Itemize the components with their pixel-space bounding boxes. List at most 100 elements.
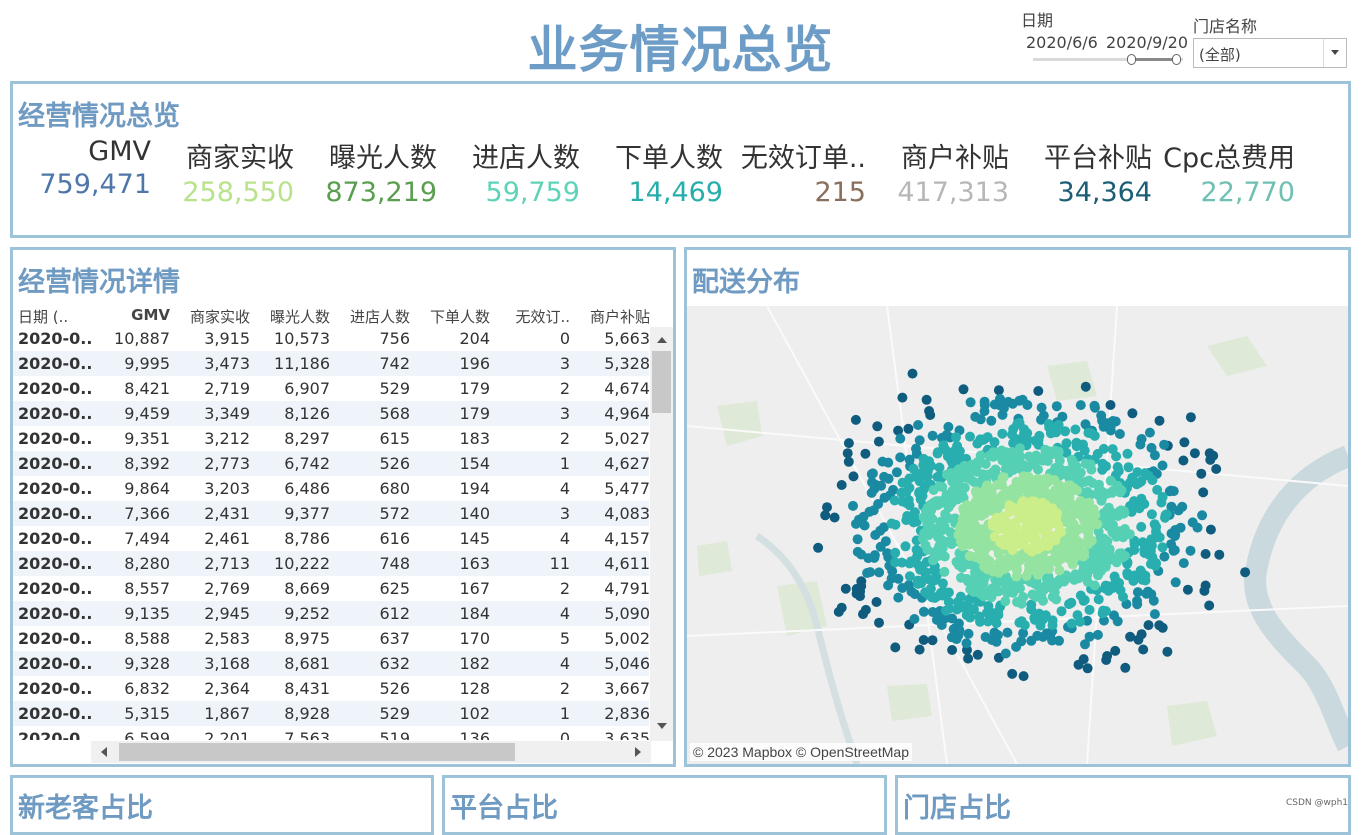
table-row[interactable]: 2020-0.. 9,328 3,168 8,681 632 182 4 5,046: [13, 651, 649, 676]
table-cell: 9,135: [124, 604, 170, 623]
delivery-point: [836, 602, 847, 613]
chevron-down-icon[interactable]: [1323, 39, 1346, 67]
scroll-right-icon[interactable]: [635, 747, 641, 757]
table-row[interactable]: 2020-0.. 7,494 2,461 8,786 616 145 4 4,157: [13, 526, 649, 551]
delivery-point: [958, 384, 969, 395]
table-row[interactable]: 2020-0.. 9,995 3,473 11,186 742 196 3 5,328: [13, 351, 649, 376]
delivery-point: [947, 645, 958, 655]
scroll-left-icon[interactable]: [101, 747, 107, 757]
table-cell: 2,461: [204, 529, 250, 548]
delivery-point: [1007, 668, 1018, 679]
table-row[interactable]: 2020-0.. 8,421 2,719 6,907 529 179 2 4,674: [13, 376, 649, 401]
delivery-point: [1105, 425, 1116, 436]
table-cell: 5,027: [604, 429, 649, 448]
kpi-label: 无效订单..: [740, 143, 866, 174]
column-header[interactable]: 日期 (..: [18, 306, 68, 327]
delivery-point: [1060, 426, 1071, 437]
slider-end-handle[interactable]: [1172, 54, 1181, 65]
column-header[interactable]: 无效订..: [492, 306, 570, 327]
delivery-point: [829, 512, 840, 523]
delivery-point: [843, 438, 854, 449]
date-cell: 2020-0..: [18, 354, 93, 373]
delivery-point: [963, 628, 974, 639]
table-cell: 8,280: [124, 554, 170, 573]
table-row[interactable]: 2020-0.. 6,599 2,201 7,563 519 136 0 3,635: [13, 726, 649, 740]
vertical-scrollbar[interactable]: [650, 327, 673, 741]
table-cell: 9,252: [284, 604, 330, 623]
table-cell: 4: [559, 529, 570, 548]
delivery-point: [1156, 497, 1167, 508]
delivery-point: [1127, 408, 1138, 419]
table-cell: 4,627: [604, 454, 649, 473]
column-header[interactable]: GMV: [92, 306, 170, 324]
table-cell: 128: [459, 679, 490, 698]
table-cell: 8,669: [284, 579, 330, 598]
scroll-down-icon[interactable]: [657, 723, 667, 729]
table-row[interactable]: 2020-0.. 9,864 3,203 6,486 680 194 4 5,477: [13, 476, 649, 501]
table-row[interactable]: 2020-0.. 8,392 2,773 6,742 526 154 1 4,627: [13, 451, 649, 476]
delivery-point: [836, 480, 847, 490]
table-cell: 163: [459, 554, 490, 573]
column-header[interactable]: 商户补贴: [572, 306, 650, 327]
delivery-point: [883, 473, 894, 484]
column-header[interactable]: 进店人数: [332, 306, 410, 327]
table-cell: 8,588: [124, 629, 170, 648]
table-row[interactable]: 2020-0.. 8,588 2,583 8,975 637 170 5 5,002: [13, 626, 649, 651]
table-cell: 3,168: [204, 654, 250, 673]
kpi-card: 无效订单.. 215: [726, 136, 866, 208]
horizontal-scroll-thumb[interactable]: [119, 743, 515, 761]
delivery-point: [1211, 464, 1222, 474]
table-cell: 154: [459, 454, 490, 473]
store-select[interactable]: (全部): [1193, 38, 1347, 68]
table-cell: 3,473: [204, 354, 250, 373]
table-cell: 5,477: [604, 479, 649, 498]
delivery-point: [874, 567, 885, 578]
delivery-point: [890, 519, 901, 530]
table-row[interactable]: 2020-0.. 10,887 3,915 10,573 756 204 0 5,663: [13, 326, 649, 351]
table-row[interactable]: 2020-0.. 9,135 2,945 9,252 612 184 4 5,090: [13, 601, 649, 626]
kpi-label: 商家实收: [186, 143, 294, 174]
kpi-value: 873,219: [325, 177, 437, 208]
column-header[interactable]: 曝光人数: [252, 306, 330, 327]
table-cell: 6,599: [124, 729, 170, 740]
table-cell: 183: [459, 429, 490, 448]
horizontal-scrollbar[interactable]: [91, 741, 651, 763]
store-share-title: 门店占比: [903, 793, 1011, 824]
delivery-point: [1185, 545, 1196, 556]
table-row[interactable]: 2020-0.. 7,366 2,431 9,377 572 140 3 4,083: [13, 501, 649, 526]
table-row[interactable]: 2020-0.. 9,459 3,349 8,126 568 179 3 4,964: [13, 401, 649, 426]
table-row[interactable]: 2020-0.. 8,557 2,769 8,669 625 167 2 4,791: [13, 576, 649, 601]
delivery-point: [1075, 590, 1086, 601]
table-cell: 2,773: [204, 454, 250, 473]
vertical-scroll-thumb[interactable]: [652, 351, 671, 413]
column-header[interactable]: 商家实收: [172, 306, 250, 327]
table-row[interactable]: 2020-0.. 9,351 3,212 8,297 615 183 2 5,027: [13, 426, 649, 451]
kpi-value: 215: [814, 177, 866, 208]
table-cell: 625: [379, 579, 410, 598]
delivery-point: [927, 635, 938, 646]
kpi-value: 759,471: [39, 169, 151, 200]
table-cell: 4,611: [604, 554, 649, 573]
table-body[interactable]: 2020-0.. 10,887 3,915 10,573 756 204 0 5,663 202…: [13, 326, 649, 740]
table-row[interactable]: 2020-0.. 5,315 1,867 8,928 529 102 1 2,836: [13, 701, 649, 726]
table-row[interactable]: 2020-0.. 8,280 2,713 10,222 748 163 11 4,611: [13, 551, 649, 576]
table-cell: 680: [379, 479, 410, 498]
kpi-label: 进店人数: [472, 143, 580, 174]
column-header[interactable]: 下单人数: [412, 306, 490, 327]
table-cell: 2,713: [204, 554, 250, 573]
table-row[interactable]: 2020-0.. 6,832 2,364 8,431 526 128 2 3,667: [13, 676, 649, 701]
delivery-point: [918, 606, 929, 617]
delivery-point: [850, 414, 861, 425]
delivery-point: [1149, 519, 1160, 530]
scroll-up-icon[interactable]: [657, 337, 667, 343]
table-cell: 2,583: [204, 629, 250, 648]
slider-start-handle[interactable]: [1127, 54, 1136, 65]
delivery-point: [1136, 629, 1147, 640]
delivery-point: [1093, 594, 1104, 605]
kpi-value: 22,770: [1200, 177, 1295, 208]
delivery-map[interactable]: [687, 306, 1348, 764]
delivery-point: [874, 617, 884, 628]
table-cell: 204: [459, 329, 490, 348]
delivery-point: [1123, 462, 1134, 473]
kpi-label: 平台补贴: [1044, 143, 1152, 174]
